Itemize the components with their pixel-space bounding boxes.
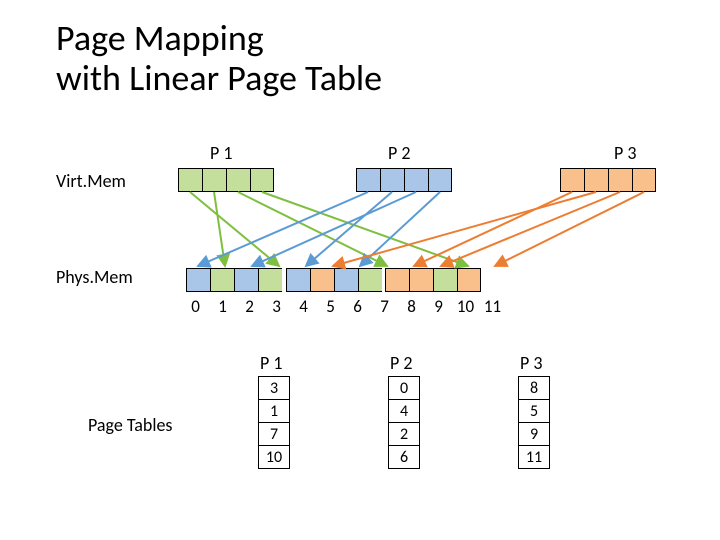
pt-p1-label: P 1 bbox=[260, 352, 283, 374]
title-line-1: Page Mapping bbox=[56, 16, 264, 60]
virt-row-p2 bbox=[356, 168, 452, 192]
virt-row-p1 bbox=[178, 168, 274, 192]
phys-index-row: 01234567891011 bbox=[182, 296, 506, 316]
pt-p3-label: P 3 bbox=[520, 352, 543, 374]
page-tables-label: Page Tables bbox=[88, 414, 172, 436]
virt-p1-label: P 1 bbox=[210, 142, 233, 164]
phys-row bbox=[186, 268, 481, 292]
title-line-2: with Linear Page Table bbox=[56, 56, 382, 100]
page-table-p2: 0 4 2 6 bbox=[388, 376, 420, 469]
virt-row-p3 bbox=[560, 168, 656, 192]
page-table-p1: 3 1 7 10 bbox=[258, 376, 290, 469]
pt-p2-label: P 2 bbox=[390, 352, 413, 374]
virt-mem-label: Virt.Mem bbox=[56, 170, 126, 192]
virt-p2-label: P 2 bbox=[388, 142, 411, 164]
virt-p3-label: P 3 bbox=[614, 142, 637, 164]
page-title: Page Mapping with Linear Page Table bbox=[56, 18, 382, 99]
phys-mem-label: Phys.Mem bbox=[56, 266, 133, 288]
page-table-p3: 8 5 9 11 bbox=[518, 376, 550, 469]
